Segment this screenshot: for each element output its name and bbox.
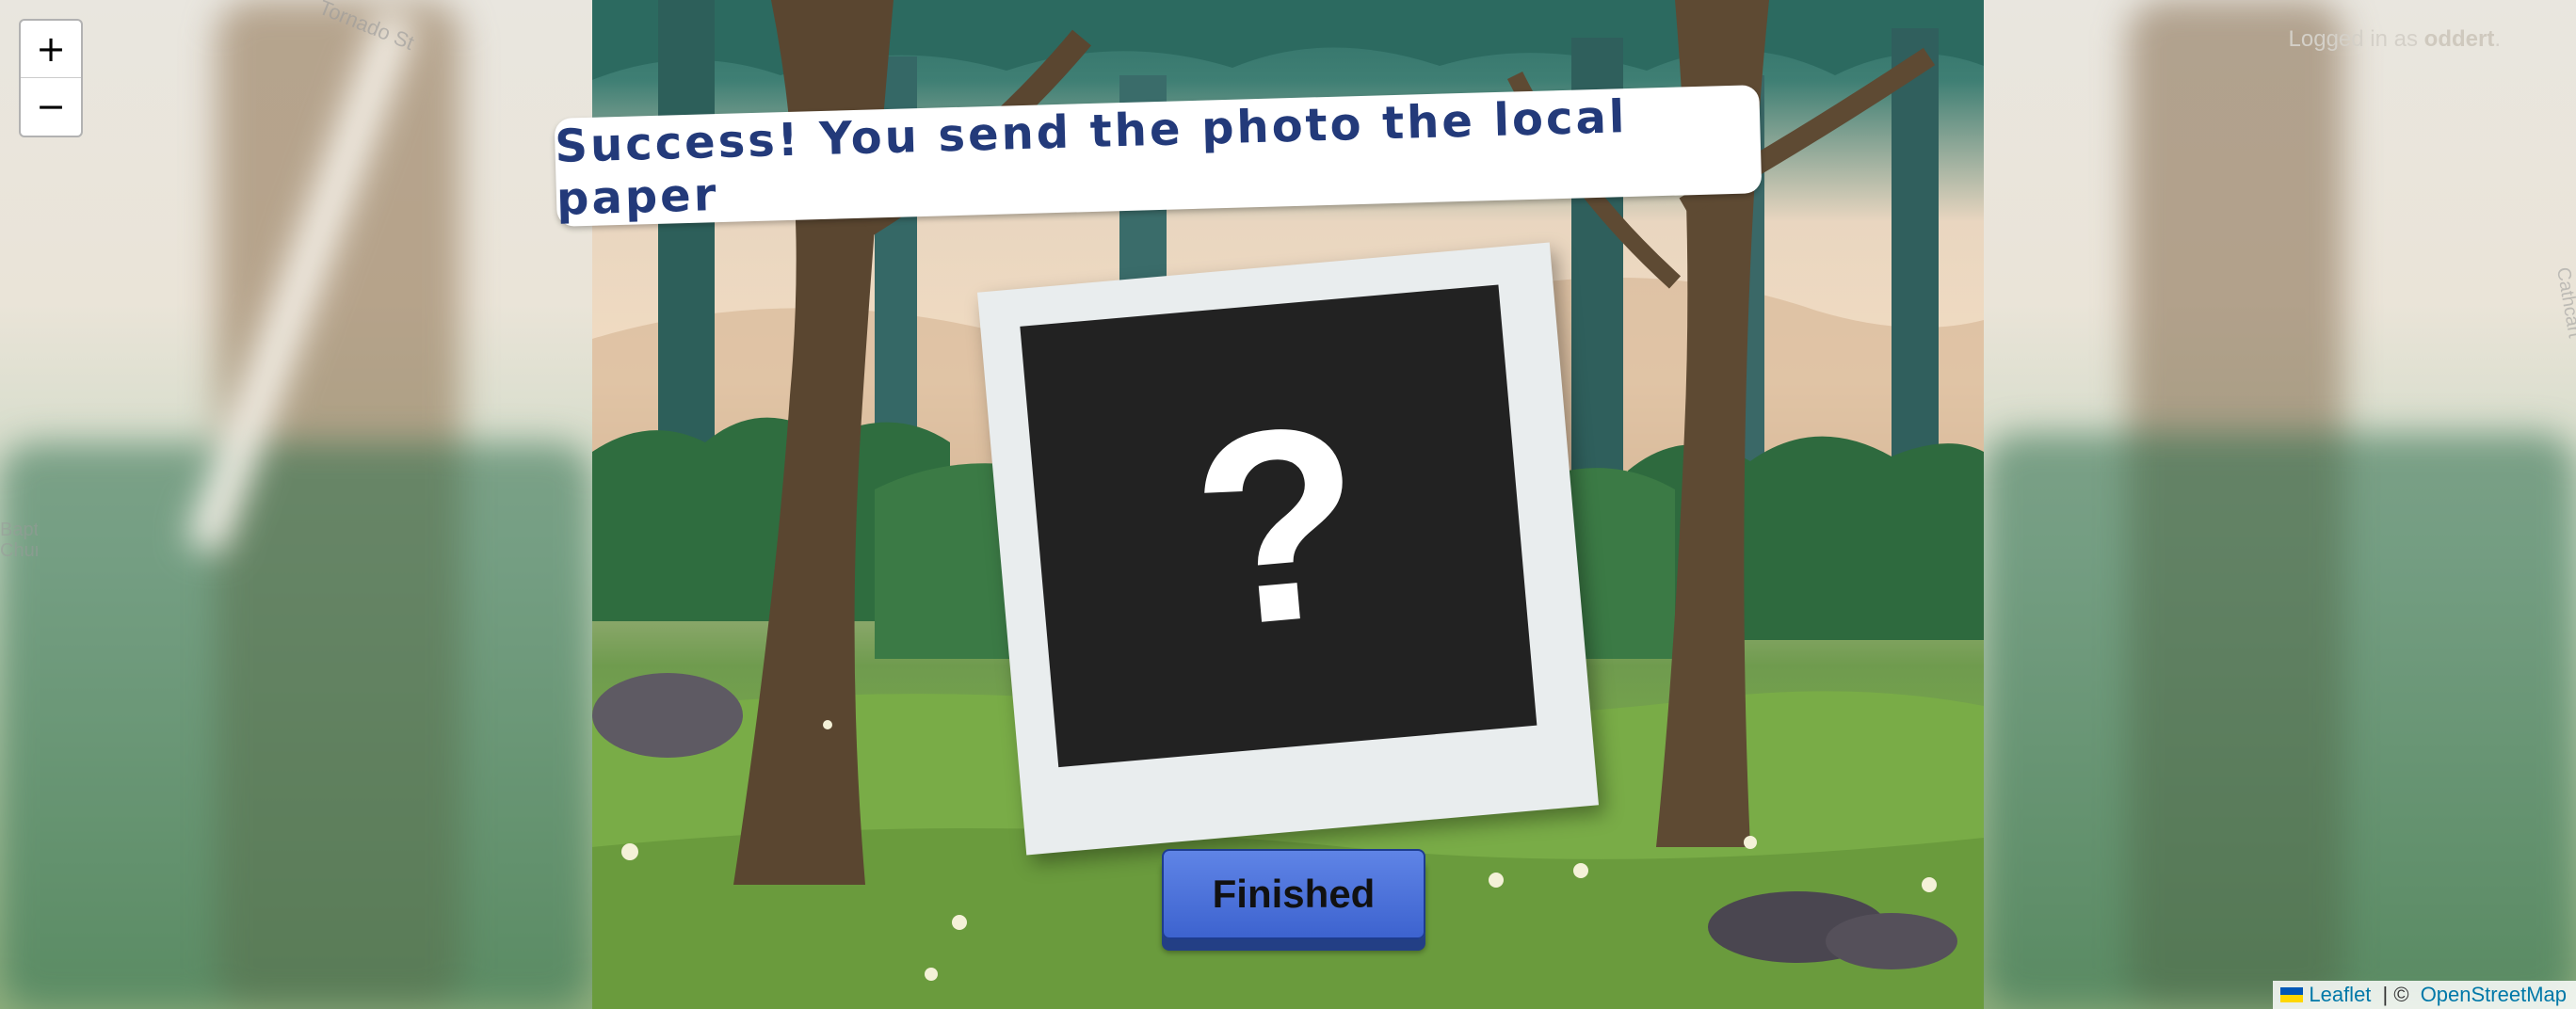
- ukraine-flag-icon: [2280, 987, 2304, 1002]
- zoom-control: + −: [19, 19, 83, 137]
- map-attribution: Leaflet | © OpenStreetMap: [2273, 981, 2576, 1009]
- polaroid-frame: ?: [977, 242, 1599, 856]
- openstreetmap-link[interactable]: OpenStreetMap: [2421, 983, 2567, 1007]
- photo-placeholder: ?: [1020, 284, 1538, 768]
- zoom-out-button[interactable]: −: [21, 78, 81, 135]
- zoom-in-button[interactable]: +: [21, 21, 81, 78]
- question-mark-icon: ?: [1182, 366, 1376, 685]
- attribution-separator: | ©: [2376, 983, 2415, 1006]
- finished-button[interactable]: Finished: [1162, 849, 1425, 939]
- map-place-label: Baptist Church: [0, 520, 38, 561]
- login-prefix: Logged in as: [2288, 26, 2418, 52]
- username[interactable]: oddert: [2424, 26, 2495, 52]
- login-status: Logged in as oddert.: [2288, 26, 2501, 52]
- leaflet-link[interactable]: Leaflet: [2309, 983, 2371, 1007]
